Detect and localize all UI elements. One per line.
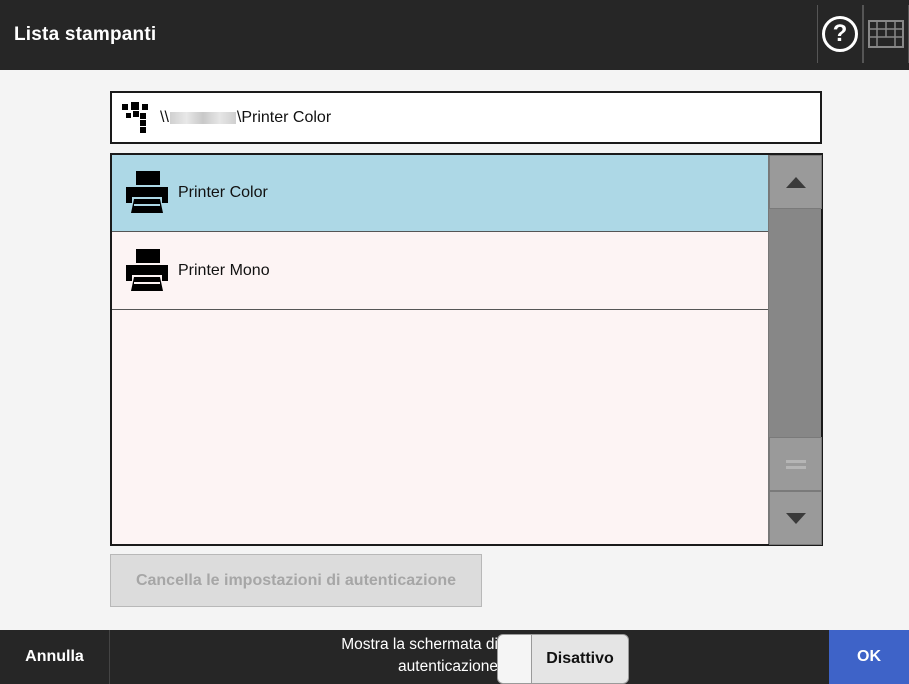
arrow-up-icon [785, 176, 806, 188]
footer-bar: Annulla Mostra la schermata di autentica… [0, 630, 909, 684]
keyboard-icon [868, 20, 904, 48]
network-icon [122, 101, 148, 133]
auth-screen-toggle[interactable]: Disattivo [497, 634, 629, 684]
printer-list-items: Printer Color Printer Mono [112, 155, 768, 544]
printer-icon [126, 249, 168, 291]
keyboard-button[interactable] [863, 5, 909, 63]
list-item-printer-color[interactable]: Printer Color [112, 155, 768, 232]
list-item-printer-mono[interactable]: Printer Mono [112, 233, 768, 310]
auth-screen-toggle-label: Mostra la schermata di autenticazione [341, 636, 498, 675]
printer-name: Printer Color [178, 184, 268, 201]
printer-name: Printer Mono [178, 262, 270, 279]
title-bar: Lista stampanti ? [0, 0, 909, 70]
toggle-state: Disattivo [546, 650, 614, 667]
redacted-host [169, 111, 236, 124]
printer-path-field: \\ \Printer Color [110, 91, 822, 144]
list-scrollbar[interactable] [768, 155, 822, 545]
help-icon: ? [822, 16, 858, 52]
scroll-up-button[interactable] [769, 155, 822, 209]
arrow-down-icon [785, 512, 806, 524]
ok-button[interactable]: OK [829, 630, 909, 684]
cancel-button[interactable]: Annulla [0, 630, 110, 684]
page-title: Lista stampanti [14, 24, 157, 45]
scroll-down-button[interactable] [769, 491, 822, 545]
toggle-knob [498, 635, 532, 683]
printer-list: Printer Color Printer Mono [110, 153, 823, 546]
grip-icon [785, 459, 806, 469]
help-button[interactable]: ? [817, 5, 863, 63]
clear-authentication-button[interactable]: Cancella le impostazioni di autenticazio… [110, 554, 482, 607]
printer-icon [126, 171, 168, 213]
path-suffix: \Printer Color [236, 108, 332, 126]
path-prefix: \\ [160, 108, 169, 126]
scroll-thumb[interactable] [769, 437, 822, 491]
